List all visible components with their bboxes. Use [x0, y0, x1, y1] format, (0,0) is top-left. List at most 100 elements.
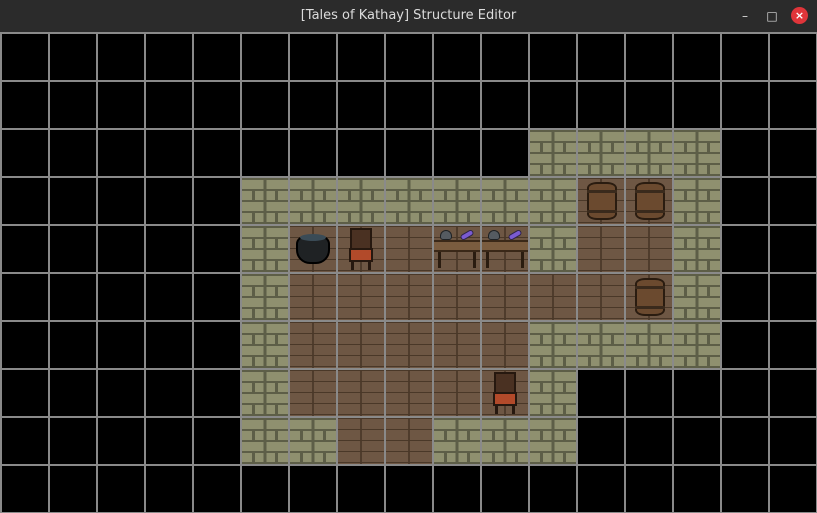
- empty-tile[interactable]: [624, 464, 674, 513]
- empty-tile[interactable]: [720, 368, 770, 418]
- empty-tile[interactable]: [336, 464, 386, 513]
- pot-tile[interactable]: [288, 224, 338, 274]
- wood-floor-tile[interactable]: [480, 272, 530, 322]
- wood-floor-tile[interactable]: [624, 224, 674, 274]
- empty-tile[interactable]: [96, 464, 146, 513]
- empty-tile[interactable]: [192, 320, 242, 370]
- empty-tile[interactable]: [768, 416, 817, 466]
- empty-tile[interactable]: [288, 80, 338, 130]
- stone-wall-tile[interactable]: [432, 416, 482, 466]
- empty-tile[interactable]: [480, 80, 530, 130]
- table-tile[interactable]: [480, 224, 530, 274]
- empty-tile[interactable]: [768, 176, 817, 226]
- empty-tile[interactable]: [0, 80, 50, 130]
- empty-tile[interactable]: [384, 32, 434, 82]
- empty-tile[interactable]: [144, 416, 194, 466]
- empty-tile[interactable]: [192, 464, 242, 513]
- empty-tile[interactable]: [192, 80, 242, 130]
- wood-floor-tile[interactable]: [336, 272, 386, 322]
- empty-tile[interactable]: [192, 224, 242, 274]
- empty-tile[interactable]: [240, 32, 290, 82]
- stone-wall-tile[interactable]: [432, 176, 482, 226]
- stone-wall-tile[interactable]: [576, 320, 626, 370]
- empty-tile[interactable]: [672, 32, 722, 82]
- empty-tile[interactable]: [144, 128, 194, 178]
- stone-wall-tile[interactable]: [672, 272, 722, 322]
- stone-wall-tile[interactable]: [240, 272, 290, 322]
- stone-wall-tile[interactable]: [480, 416, 530, 466]
- wood-floor-tile[interactable]: [432, 320, 482, 370]
- empty-tile[interactable]: [624, 32, 674, 82]
- wood-floor-tile[interactable]: [528, 272, 578, 322]
- empty-tile[interactable]: [96, 320, 146, 370]
- wood-floor-tile[interactable]: [384, 224, 434, 274]
- empty-tile[interactable]: [432, 464, 482, 513]
- empty-tile[interactable]: [768, 224, 817, 274]
- wood-floor-tile[interactable]: [576, 272, 626, 322]
- wood-floor-tile[interactable]: [384, 272, 434, 322]
- empty-tile[interactable]: [576, 416, 626, 466]
- empty-tile[interactable]: [0, 416, 50, 466]
- wood-floor-tile[interactable]: [480, 320, 530, 370]
- empty-tile[interactable]: [192, 32, 242, 82]
- stone-wall-tile[interactable]: [528, 416, 578, 466]
- empty-tile[interactable]: [48, 224, 98, 274]
- empty-tile[interactable]: [144, 464, 194, 513]
- empty-tile[interactable]: [384, 128, 434, 178]
- empty-tile[interactable]: [672, 80, 722, 130]
- empty-tile[interactable]: [96, 224, 146, 274]
- empty-tile[interactable]: [768, 320, 817, 370]
- empty-tile[interactable]: [48, 80, 98, 130]
- stone-wall-tile[interactable]: [624, 320, 674, 370]
- empty-tile[interactable]: [336, 32, 386, 82]
- stone-wall-tile[interactable]: [336, 176, 386, 226]
- empty-tile[interactable]: [0, 128, 50, 178]
- stone-wall-tile[interactable]: [576, 128, 626, 178]
- stone-wall-tile[interactable]: [240, 320, 290, 370]
- empty-tile[interactable]: [48, 464, 98, 513]
- empty-tile[interactable]: [384, 464, 434, 513]
- empty-tile[interactable]: [144, 320, 194, 370]
- empty-tile[interactable]: [0, 272, 50, 322]
- wood-floor-tile[interactable]: [432, 368, 482, 418]
- wood-floor-tile[interactable]: [288, 320, 338, 370]
- empty-tile[interactable]: [768, 80, 817, 130]
- empty-tile[interactable]: [432, 80, 482, 130]
- empty-tile[interactable]: [240, 464, 290, 513]
- structure-grid[interactable]: [0, 32, 817, 513]
- empty-tile[interactable]: [720, 80, 770, 130]
- empty-tile[interactable]: [720, 272, 770, 322]
- empty-tile[interactable]: [336, 80, 386, 130]
- empty-tile[interactable]: [768, 368, 817, 418]
- empty-tile[interactable]: [576, 464, 626, 513]
- empty-tile[interactable]: [48, 320, 98, 370]
- wood-floor-tile[interactable]: [336, 368, 386, 418]
- stone-wall-tile[interactable]: [672, 128, 722, 178]
- empty-tile[interactable]: [768, 128, 817, 178]
- empty-tile[interactable]: [144, 32, 194, 82]
- empty-tile[interactable]: [528, 80, 578, 130]
- stone-wall-tile[interactable]: [240, 416, 290, 466]
- empty-tile[interactable]: [48, 368, 98, 418]
- maximize-button[interactable]: □: [764, 8, 780, 24]
- empty-tile[interactable]: [0, 224, 50, 274]
- stone-wall-tile[interactable]: [384, 176, 434, 226]
- empty-tile[interactable]: [0, 176, 50, 226]
- empty-tile[interactable]: [144, 176, 194, 226]
- barrel-tile[interactable]: [624, 272, 674, 322]
- empty-tile[interactable]: [0, 320, 50, 370]
- stone-wall-tile[interactable]: [528, 224, 578, 274]
- empty-tile[interactable]: [576, 32, 626, 82]
- wood-floor-tile[interactable]: [432, 272, 482, 322]
- empty-tile[interactable]: [288, 128, 338, 178]
- empty-tile[interactable]: [96, 272, 146, 322]
- stone-wall-tile[interactable]: [240, 176, 290, 226]
- empty-tile[interactable]: [336, 128, 386, 178]
- empty-tile[interactable]: [288, 464, 338, 513]
- empty-tile[interactable]: [96, 368, 146, 418]
- empty-tile[interactable]: [720, 416, 770, 466]
- empty-tile[interactable]: [96, 80, 146, 130]
- empty-tile[interactable]: [768, 464, 817, 513]
- empty-tile[interactable]: [576, 368, 626, 418]
- wood-floor-tile[interactable]: [384, 368, 434, 418]
